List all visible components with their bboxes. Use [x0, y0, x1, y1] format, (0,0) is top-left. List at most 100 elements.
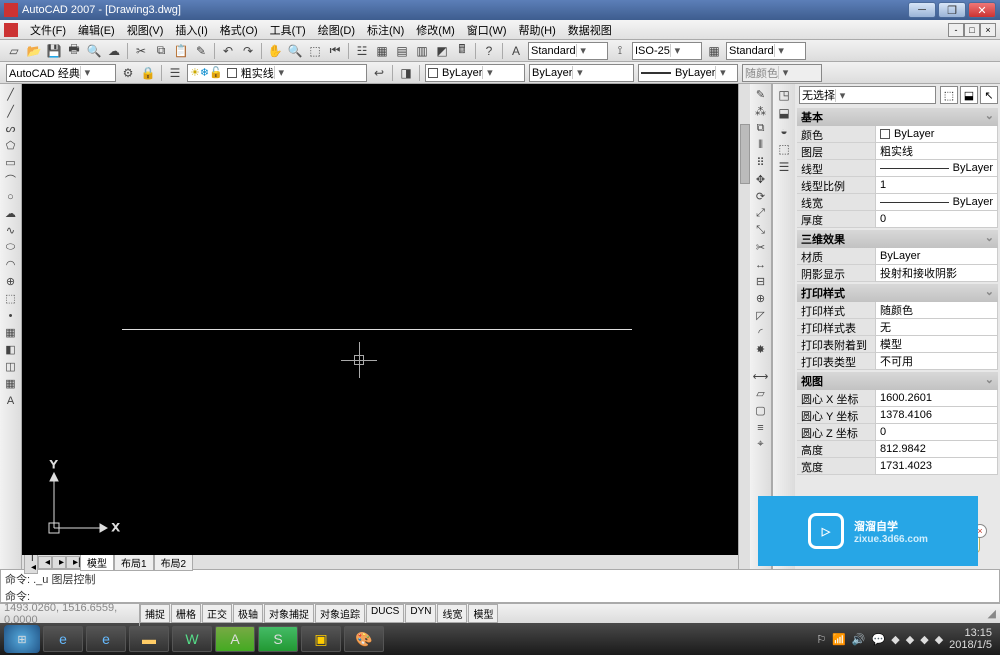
zoom-window-icon[interactable]: ⬚: [305, 42, 325, 60]
menu-help[interactable]: 帮助(H): [513, 22, 562, 38]
mdi-minimize-button[interactable]: -: [948, 23, 964, 37]
close-button[interactable]: ✕: [968, 2, 996, 18]
tab-layout1[interactable]: 布局1: [114, 554, 154, 571]
minimize-button[interactable]: ─: [908, 2, 936, 18]
region2-icon[interactable]: ▢: [752, 402, 770, 419]
zoom-icon[interactable]: 🔍: [285, 42, 305, 60]
scale-icon[interactable]: ⤢: [752, 205, 770, 222]
spline-icon[interactable]: ∿: [2, 222, 20, 239]
extend-icon[interactable]: ↔: [752, 256, 770, 273]
mode-lwt[interactable]: 线宽: [437, 604, 467, 623]
menu-dim[interactable]: 标注(N): [361, 22, 410, 38]
new-icon[interactable]: ▱: [4, 42, 24, 60]
mode-grid[interactable]: 栅格: [171, 604, 201, 623]
plotstyle-combo[interactable]: 随颜色▾: [742, 64, 822, 82]
mode-otrack[interactable]: 对象追踪: [315, 604, 365, 623]
ellipse-icon[interactable]: ⬭: [2, 239, 20, 256]
menu-window[interactable]: 窗口(W): [461, 22, 513, 38]
open-icon[interactable]: 📂: [24, 42, 44, 60]
task-app1-icon[interactable]: ▣: [301, 626, 341, 652]
mode-ortho[interactable]: 正交: [202, 604, 232, 623]
help-icon[interactable]: ?: [479, 42, 499, 60]
prop-layer[interactable]: 粗实线: [875, 143, 998, 160]
preview-icon[interactable]: 🔍: [84, 42, 104, 60]
textstyle-icon[interactable]: A: [506, 42, 526, 60]
menu-insert[interactable]: 插入(I): [169, 22, 213, 38]
prop-material[interactable]: ByLayer: [875, 248, 998, 265]
mdi-restore-button[interactable]: □: [964, 23, 980, 37]
prop-cy[interactable]: 1378.4106: [875, 407, 998, 424]
array-icon[interactable]: ⠿: [752, 154, 770, 171]
prop-cx[interactable]: 1600.2601: [875, 390, 998, 407]
menu-modify[interactable]: 修改(M): [410, 22, 461, 38]
task-ie-icon[interactable]: e: [43, 626, 83, 652]
resize-grip[interactable]: ◢: [984, 607, 1000, 620]
prop-ptype[interactable]: 不可用: [875, 353, 998, 370]
menu-file[interactable]: 文件(F): [24, 22, 72, 38]
polygon-icon[interactable]: ⬠: [2, 137, 20, 154]
undo-icon[interactable]: ↶: [218, 42, 238, 60]
mirror-icon[interactable]: ⧉: [752, 120, 770, 137]
mode-polar[interactable]: 极轴: [233, 604, 263, 623]
tray-b-icon[interactable]: ◆: [906, 633, 914, 646]
erase-icon[interactable]: ✎: [752, 86, 770, 103]
dimstyle-icon[interactable]: ⟟: [610, 42, 630, 60]
layer-combo[interactable]: ☀❄🔓 粗实线▾: [187, 64, 367, 82]
tray-msg-icon[interactable]: 💬: [872, 633, 886, 646]
prop-linetype[interactable]: ByLayer: [875, 160, 998, 177]
prop-w[interactable]: 1731.4023: [875, 458, 998, 475]
fillet-icon[interactable]: ◜: [752, 324, 770, 341]
group-view-header[interactable]: 视图⌄: [797, 372, 998, 390]
command-window[interactable]: 命令: ._u 图层控制 命令:: [0, 569, 1000, 603]
cut-icon[interactable]: ✂: [131, 42, 151, 60]
copy-icon[interactable]: ⧉: [151, 42, 171, 60]
region-icon[interactable]: ◫: [2, 358, 20, 375]
props-i5-icon[interactable]: ☰: [774, 158, 794, 176]
task-explorer-icon[interactable]: ▬: [129, 626, 169, 652]
match-icon[interactable]: ✎: [191, 42, 211, 60]
mode-ducs[interactable]: DUCS: [366, 604, 404, 623]
textstyle-combo[interactable]: Standard▾: [528, 42, 608, 60]
save-icon[interactable]: 💾: [44, 42, 64, 60]
offset-icon[interactable]: ⫴: [752, 137, 770, 154]
prop-pattach[interactable]: 模型: [875, 336, 998, 353]
maximize-button[interactable]: ❐: [938, 2, 966, 18]
group-basic-header[interactable]: 基本⌄: [797, 108, 998, 126]
prop-cz[interactable]: 0: [875, 424, 998, 441]
lineweight-combo[interactable]: ByLayer▾: [638, 64, 738, 82]
coords-display[interactable]: 1493.0260, 1516.6559, 0.0000: [0, 602, 140, 626]
layer-mgr-icon[interactable]: ☰: [165, 64, 185, 82]
menu-tools[interactable]: 工具(T): [264, 22, 312, 38]
move-icon[interactable]: ✥: [752, 171, 770, 188]
mode-model[interactable]: 模型: [468, 604, 498, 623]
chamfer-icon[interactable]: ◸: [752, 307, 770, 324]
explode-icon[interactable]: ✸: [752, 341, 770, 358]
props-i1-icon[interactable]: ◳: [774, 86, 794, 104]
break-icon[interactable]: ⊟: [752, 273, 770, 290]
cline-icon[interactable]: ╱: [2, 103, 20, 120]
tab-layout2[interactable]: 布局2: [154, 554, 194, 571]
copy-obj-icon[interactable]: ⁂: [752, 103, 770, 120]
tray-vol-icon[interactable]: 🔊: [852, 633, 866, 646]
linetype-combo[interactable]: ByLayer▾: [529, 64, 634, 82]
tab-last-icon[interactable]: ▸|: [66, 556, 80, 569]
id-icon[interactable]: ⌖: [752, 436, 770, 453]
tray-d-icon[interactable]: ◆: [935, 633, 943, 646]
rect-icon[interactable]: ▭: [2, 154, 20, 171]
workspace-combo[interactable]: AutoCAD 经典▾: [6, 64, 116, 82]
workspace-settings-icon[interactable]: ⚙: [118, 64, 138, 82]
system-tray[interactable]: ⚐ 📶 🔊 💬 ◆ ◆ ◆ ◆ 13:15 2018/1/5: [816, 627, 996, 651]
rotate-icon[interactable]: ⟳: [752, 188, 770, 205]
mode-osnap[interactable]: 对象捕捉: [264, 604, 314, 623]
designcenter-icon[interactable]: ▦: [372, 42, 392, 60]
gradient-icon[interactable]: ◧: [2, 341, 20, 358]
menu-draw[interactable]: 绘图(D): [312, 22, 361, 38]
group-3d-header[interactable]: 三维效果⌄: [797, 230, 998, 248]
trim-icon[interactable]: ✂: [752, 239, 770, 256]
prop-ptable[interactable]: 无: [875, 319, 998, 336]
tab-next-icon[interactable]: ▸: [52, 556, 66, 569]
stretch-icon[interactable]: ⤡: [752, 222, 770, 239]
join-icon[interactable]: ⊕: [752, 290, 770, 307]
ellipsearc-icon[interactable]: ◠: [2, 256, 20, 273]
print-icon[interactable]: 🖶: [64, 42, 84, 60]
